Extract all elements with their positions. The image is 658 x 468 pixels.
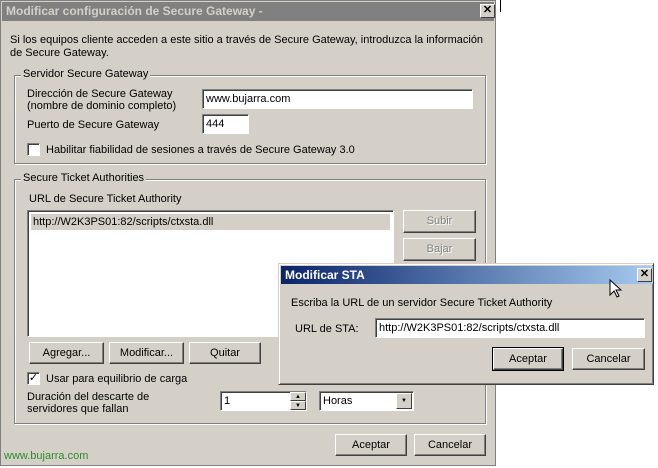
spin-down-icon[interactable]: ▼: [290, 401, 306, 410]
sta-prompt: Escriba la URL de un servidor Secure Tic…: [291, 297, 553, 309]
sta-cancel-button[interactable]: Cancelar: [572, 348, 645, 370]
bypass-duration-sublabel: servidores que fallan: [27, 403, 129, 415]
sta-group-legend: Secure Ticket Authorities: [21, 172, 147, 184]
watermark-text: www.bujarra.com: [4, 450, 89, 462]
gateway-port-input[interactable]: 444: [202, 114, 249, 134]
remove-button[interactable]: Quitar: [189, 342, 261, 364]
sta-url-label: URL de Secure Ticket Authority: [29, 193, 182, 205]
dialog-titlebar[interactable]: Modificar configuración de Secure Gatewa…: [2, 2, 494, 21]
sta-dialog-titlebar[interactable]: Modificar STA: [281, 266, 653, 284]
intro-text-line1: Si los equipos cliente acceden a este si…: [10, 34, 484, 46]
list-item[interactable]: http://W2K3PS01:82/scripts/ctxsta.dll: [31, 214, 390, 230]
sta-dialog-title: Modificar STA: [285, 268, 365, 282]
mouse-cursor-icon: [609, 279, 623, 298]
modify-button[interactable]: Modificar...: [109, 342, 184, 364]
accept-button[interactable]: Aceptar: [335, 434, 407, 456]
close-icon[interactable]: ✕: [480, 4, 495, 18]
session-reliability-label: Habilitar fiabilidad de sesiones a travé…: [46, 144, 355, 156]
gateway-port-label: Puerto de Secure Gateway: [27, 119, 160, 131]
sta-accept-button[interactable]: Aceptar: [492, 347, 564, 371]
add-button[interactable]: Agregar...: [29, 342, 104, 364]
load-balance-label: Usar para equilibrio de carga: [46, 373, 188, 385]
intro-text-line2: de Secure Gateway.: [10, 47, 109, 59]
modify-sta-dialog: Modificar STA ✕ Escriba la URL de un ser…: [278, 263, 654, 385]
bypass-duration-label: Duración del descarte de: [27, 391, 150, 403]
bypass-unit-value: Horas: [323, 395, 353, 407]
gateway-group-legend: Servidor Secure Gateway: [21, 68, 151, 80]
background-line: [500, 0, 501, 12]
move-up-button[interactable]: Subir: [403, 210, 476, 233]
gateway-address-label: Dirección de Secure Gateway: [27, 88, 173, 100]
cancel-button[interactable]: Cancelar: [414, 434, 486, 456]
secure-gateway-dialog: Modificar configuración de Secure Gatewa…: [0, 0, 496, 466]
gateway-address-sublabel: (nombre de dominio completo): [27, 100, 177, 112]
load-balance-checkbox[interactable]: ✓: [27, 372, 40, 385]
sta-close-icon[interactable]: ✕: [637, 268, 652, 282]
sta-url-field-label: URL de STA:: [295, 323, 359, 335]
dropdown-arrow-icon[interactable]: ▼: [396, 393, 412, 409]
sta-url-input[interactable]: http://W2K3PS01:82/scripts/ctxsta.dll: [375, 318, 645, 338]
dialog-title: Modificar configuración de Secure Gatewa…: [6, 4, 263, 18]
spin-up-icon[interactable]: ▲: [290, 392, 306, 401]
session-reliability-checkbox[interactable]: [27, 143, 40, 156]
gateway-address-input[interactable]: www.bujarra.com: [202, 89, 473, 109]
move-down-button[interactable]: Bajar: [403, 238, 476, 261]
